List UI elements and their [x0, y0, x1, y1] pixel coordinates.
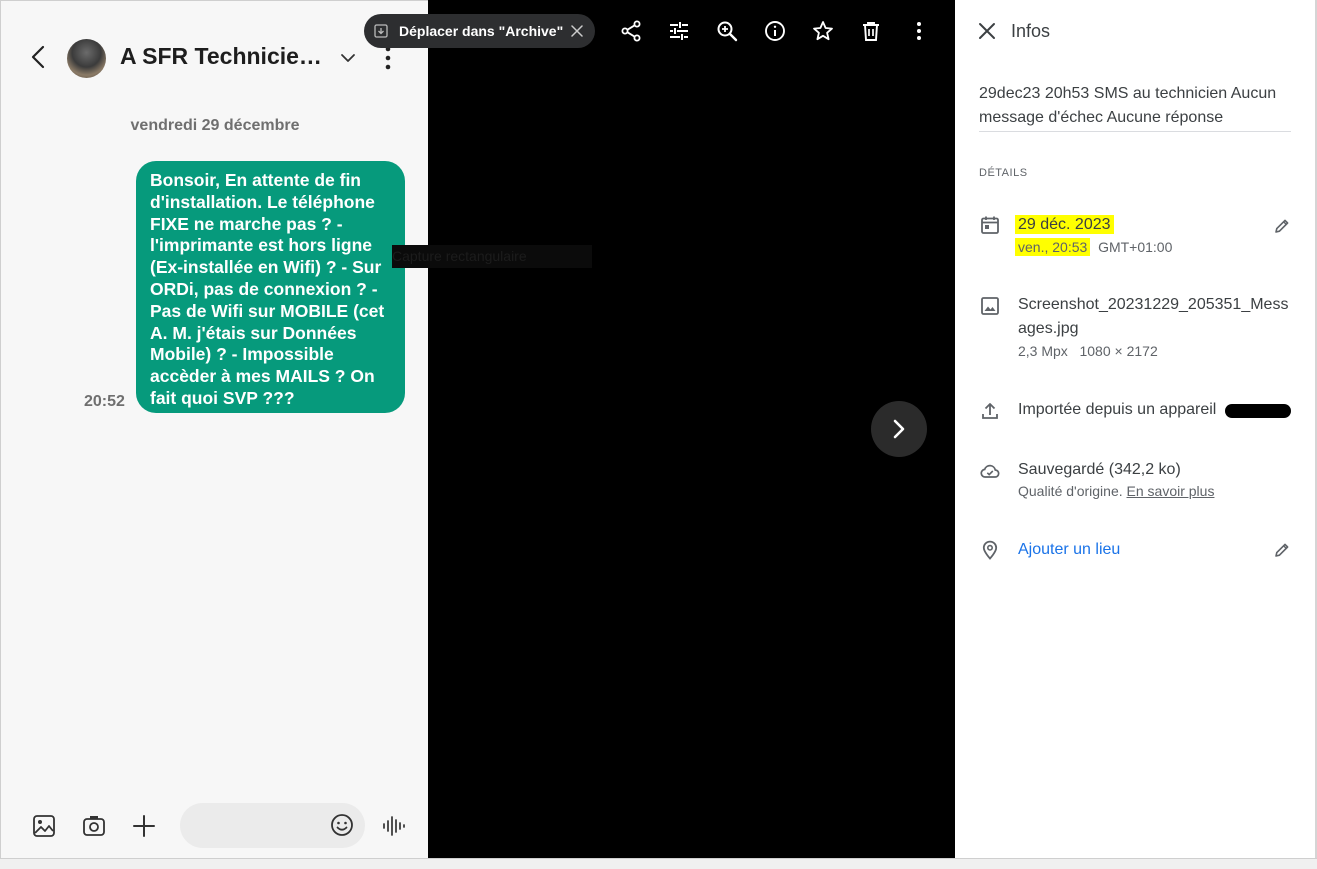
message-line: A. M. j'étais sur Données [150, 322, 357, 343]
zoom-in-icon[interactable] [716, 20, 738, 42]
message-line: ORDi, pas de connexion ? - [150, 278, 378, 299]
cloud-done-icon [980, 464, 1000, 478]
panel-title: Infos [1011, 21, 1051, 41]
back-arrow-icon[interactable] [25, 43, 53, 71]
star-icon[interactable] [812, 20, 834, 42]
quality-text: Qualité d'origine. [1018, 483, 1123, 499]
archive-button[interactable]: Déplacer dans "Archive" [364, 14, 595, 48]
message-screenshot: A SFR Technicie… vendredi 29 décembre 20… [0, 0, 428, 858]
compose-bar [1, 801, 429, 853]
gallery-icon[interactable] [31, 813, 57, 839]
message-line: (Ex-installée en Wifi) ? - Sur [150, 257, 382, 278]
message-time: 20:52 [84, 393, 125, 410]
chevron-right-icon [893, 419, 905, 439]
image-icon [981, 297, 999, 315]
file-name-line: Screenshot_20231229_205351_Mess [1018, 296, 1289, 313]
voice-icon[interactable] [381, 813, 407, 839]
message-line: Mobile) ? - Impossible [150, 344, 334, 365]
message-line: l'imprimante est hors ligne [150, 235, 372, 256]
archive-button-label: Déplacer dans "Archive" [399, 23, 564, 39]
timezone: GMT+01:00 [1098, 239, 1173, 255]
conversation-header: A SFR Technicie… [1, 1, 429, 111]
window-bottom-edge [0, 858, 1317, 869]
emoji-icon[interactable] [330, 813, 354, 837]
details-header: DÉTAILS [979, 167, 1028, 179]
ghost-tooltip: Capture rectangulaire [392, 245, 592, 268]
info-icon[interactable] [764, 20, 786, 42]
learn-more-link[interactable]: En savoir plus [1127, 483, 1215, 499]
message-line: d'installation. Le téléphone [150, 191, 375, 212]
message-line: fait quoi SVP ??? [150, 387, 295, 408]
date-value: 29 déc. 2023 [1015, 213, 1114, 237]
tune-icon[interactable] [668, 20, 690, 42]
upload-source: Importée depuis un appareil [1018, 401, 1217, 418]
close-icon[interactable] [978, 22, 996, 40]
dimensions: 1080 × 2172 [1079, 343, 1158, 359]
backup-quality: Qualité d'origine. En savoir plus [1018, 483, 1214, 499]
next-photo-button[interactable] [871, 401, 927, 457]
trash-icon[interactable] [860, 20, 882, 42]
message-line: FIXE ne marche pas ? - [150, 213, 343, 234]
edit-pencil-icon[interactable] [1273, 541, 1291, 559]
edit-pencil-icon[interactable] [1273, 217, 1291, 235]
add-location-link[interactable]: Ajouter un lieu [1018, 538, 1120, 562]
info-panel: Infos 29dec23 20h53 SMS au technicien Au… [955, 0, 1317, 860]
close-icon[interactable] [571, 25, 583, 37]
megapixels: 2,3 Mpx [1018, 343, 1068, 359]
date-time: ven., 20:53 [1015, 238, 1091, 256]
camera-icon[interactable] [81, 813, 107, 839]
date-time-row: ven., 20:53 GMT+01:00 [1015, 238, 1173, 256]
file-name: Screenshot_20231229_205351_Mess ages.jpg [1018, 293, 1288, 341]
file-meta: 2,3 Mpx 1080 × 2172 [1018, 343, 1158, 359]
date-main: 29 déc. 2023 [1015, 215, 1114, 234]
description-field[interactable]: 29dec23 20h53 SMS au technicien Aucun me… [979, 82, 1291, 132]
calendar-icon [981, 216, 999, 234]
photo-viewer: Capture rectangulaire Déplacer dans "Arc… [364, 0, 955, 858]
file-name-line: ages.jpg [1018, 320, 1079, 337]
message-bubble[interactable]: Bonsoir, En attente de fin d'installatio… [136, 161, 405, 413]
avatar[interactable] [67, 39, 106, 78]
share-icon[interactable] [620, 20, 642, 42]
message-input[interactable] [180, 803, 365, 848]
chevron-down-icon[interactable] [338, 48, 358, 68]
date-separator: vendredi 29 décembre [130, 117, 300, 134]
more-vert-icon[interactable] [908, 20, 930, 42]
message-line: accèder à mes MAILS ? On [150, 366, 375, 387]
more-vert-icon[interactable] [377, 44, 399, 72]
contact-name[interactable]: A SFR Technicie… [120, 43, 330, 73]
plus-icon[interactable] [131, 813, 157, 839]
archive-icon [374, 24, 388, 38]
redaction-scribble [1225, 404, 1291, 418]
backup-status: Sauvegardé (342,2 ko) [1018, 461, 1181, 478]
message-line: Pas de Wifi sur MOBILE (cet [150, 300, 385, 321]
message-line: Bonsoir, En attente de fin [150, 170, 361, 190]
location-pin-icon [982, 540, 998, 560]
upload-icon [982, 403, 998, 419]
